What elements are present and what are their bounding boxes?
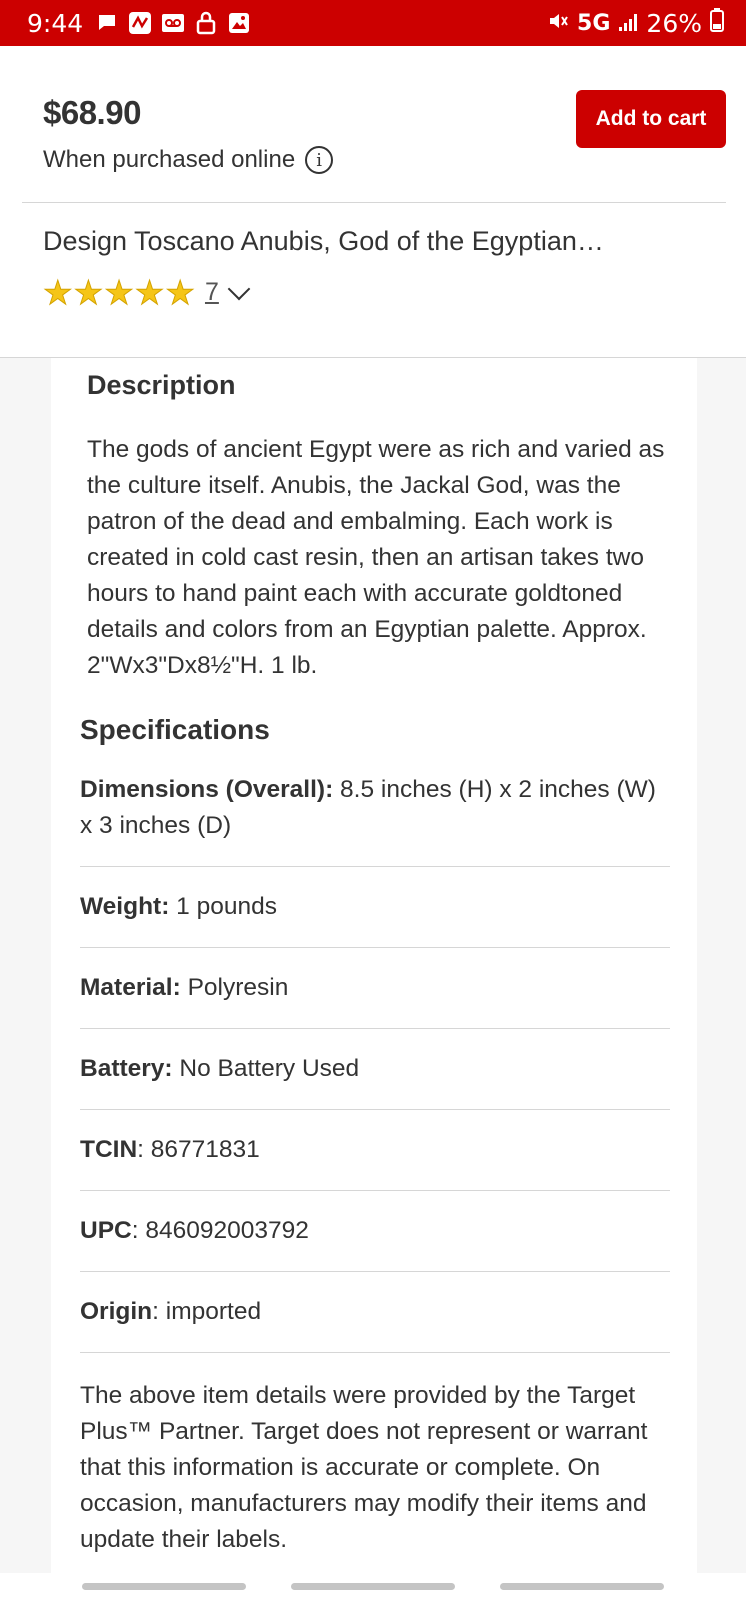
chat-icon: [95, 11, 119, 35]
price-note: When purchased online i: [43, 146, 334, 174]
voicemail-icon: [161, 11, 185, 35]
spec-label: Weight:: [80, 893, 170, 920]
spec-row: Dimensions (Overall): 8.5 inches (H) x 2…: [80, 770, 670, 867]
spec-label: Origin: [80, 1298, 153, 1325]
spec-value: 1 pounds: [169, 893, 277, 920]
product-price: $68.90: [43, 94, 141, 131]
star-icon: ★: [73, 274, 104, 311]
notification-icons: [95, 11, 251, 35]
details-card: Description The gods of ancient Egypt we…: [51, 358, 697, 1573]
spec-value: Polyresin: [180, 974, 289, 1001]
add-to-cart-button[interactable]: Add to cart: [576, 90, 726, 148]
status-bar: 9:44 5G 26%: [0, 0, 746, 46]
star-icon: ★: [165, 274, 196, 311]
product-title: Design Toscano Anubis, God of the Egypti…: [43, 226, 604, 256]
spec-value: : 86771831: [137, 1136, 260, 1163]
spec-label: UPC: [80, 1217, 132, 1244]
nav-pill: [291, 1583, 455, 1590]
lock-icon: [194, 11, 218, 35]
app-notification-icon: [128, 11, 152, 35]
spec-row: Weight: 1 pounds: [80, 867, 670, 948]
star-icon: ★: [134, 274, 165, 311]
spec-value: : 846092003792: [131, 1217, 309, 1244]
network-type: 5G: [577, 10, 611, 36]
status-right: 5G 26%: [547, 0, 724, 46]
product-header: $68.90 When purchased online i Add to ca…: [0, 46, 746, 358]
battery-icon: [710, 8, 724, 38]
star-icon: ★: [43, 274, 74, 311]
signal-icon: [618, 9, 638, 38]
partner-disclaimer: The above item details were provided by …: [80, 1382, 648, 1553]
specifications-heading: Specifications: [80, 714, 270, 745]
spec-value: No Battery Used: [172, 1055, 360, 1082]
bottom-nav-bar: [0, 1573, 746, 1600]
price-note-text: When purchased online: [43, 146, 296, 173]
spec-row: Origin: imported: [80, 1272, 670, 1353]
info-icon[interactable]: i: [305, 146, 334, 174]
nav-pill: [82, 1583, 246, 1590]
rating[interactable]: ★ ★ ★ ★ ★ 7: [43, 274, 251, 311]
spec-row: UPC: 846092003792: [80, 1191, 670, 1272]
nav-pill: [500, 1583, 664, 1590]
description-text: The gods of ancient Egypt were as rich a…: [87, 436, 665, 679]
description-heading: Description: [87, 370, 236, 400]
spec-row: TCIN: 86771831: [80, 1110, 670, 1191]
spec-value: : imported: [152, 1298, 262, 1325]
divider: [22, 202, 726, 203]
star-icon: ★: [104, 274, 135, 311]
specifications-list: Dimensions (Overall): 8.5 inches (H) x 2…: [80, 770, 670, 1353]
star-rating: ★ ★ ★ ★ ★: [43, 274, 196, 311]
spec-row: Material: Polyresin: [80, 948, 670, 1029]
spec-row: Battery: No Battery Used: [80, 1029, 670, 1110]
status-time: 9:44: [27, 8, 84, 38]
image-icon: [227, 11, 251, 35]
spec-label: Material:: [80, 974, 181, 1001]
spec-label: TCIN: [80, 1136, 138, 1163]
chevron-down-icon[interactable]: [227, 277, 251, 300]
mute-icon: [547, 9, 569, 38]
review-count-link[interactable]: 7: [205, 278, 219, 307]
spec-label: Battery:: [80, 1055, 173, 1082]
battery-percent: 26%: [646, 8, 702, 38]
spec-label: Dimensions (Overall):: [80, 776, 334, 803]
